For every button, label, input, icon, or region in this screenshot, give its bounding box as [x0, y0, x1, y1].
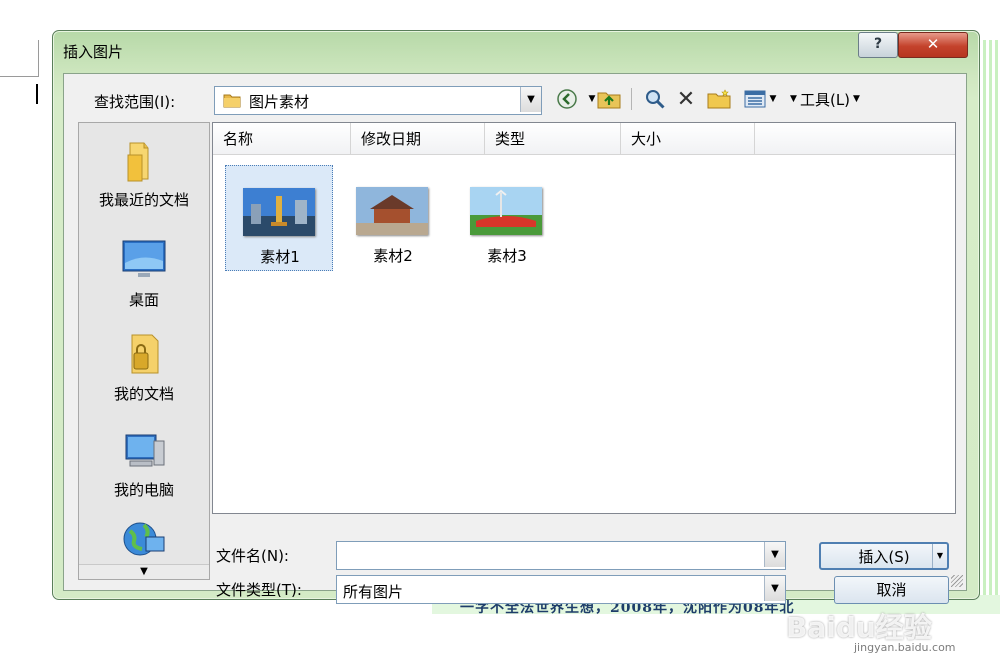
insert-label: 插入(S)	[858, 548, 910, 566]
column-header-size[interactable]: 大小	[621, 123, 755, 155]
my-documents-icon	[120, 331, 168, 379]
chevron-down-icon[interactable]: ▼	[764, 542, 785, 567]
column-header-name[interactable]: 名称	[213, 123, 351, 155]
cancel-button[interactable]: 取消	[834, 576, 949, 604]
look-in-label: 查找范围(I):	[94, 93, 176, 111]
desktop-icon	[120, 237, 168, 285]
file-tile-2[interactable]: 素材2	[339, 165, 447, 271]
file-type-label: 文件类型(T):	[216, 581, 302, 599]
chevron-down-icon[interactable]: ▼	[520, 87, 541, 112]
place-label: 我最近的文档	[98, 191, 189, 209]
folder-up-icon	[597, 92, 621, 109]
new-folder-icon	[707, 89, 731, 109]
place-label: 我的电脑	[113, 481, 174, 499]
place-my-recent-documents[interactable]: 我最近的文档	[79, 137, 209, 210]
places-bar: 我最近的文档 桌面 我的文档 我的电脑 ▼	[78, 122, 210, 580]
views-icon	[744, 90, 766, 108]
dropdown-arrow-icon[interactable]: ▼	[932, 544, 947, 568]
resize-grip-icon[interactable]	[951, 575, 963, 587]
place-network[interactable]	[79, 515, 209, 567]
file-name: 素材1	[260, 248, 300, 266]
file-type-value: 所有图片	[343, 583, 404, 601]
look-in-dropdown[interactable]: 图片素材 ▼	[214, 86, 542, 115]
close-button[interactable]: ✕	[898, 32, 968, 58]
insert-button[interactable]: 插入(S) ▼	[819, 542, 949, 570]
tools-menu-button[interactable]: ▼ 工具(L) ▼	[782, 86, 868, 112]
place-my-documents[interactable]: 我的文档	[79, 331, 209, 404]
dropdown-arrow-icon: ▼	[769, 94, 777, 104]
place-my-computer[interactable]: 我的电脑	[79, 427, 209, 500]
column-header-filler	[755, 123, 955, 155]
dropdown-arrow-icon: ▼	[790, 94, 797, 104]
column-header-modified[interactable]: 修改日期	[351, 123, 485, 155]
image-thumbnail	[470, 187, 542, 235]
delete-icon[interactable]: ✕	[674, 86, 698, 112]
file-name-label: 文件名(N):	[216, 547, 289, 565]
watermark-url: jingyan.baidu.com	[854, 641, 956, 654]
insert-picture-dialog: 插入图片 ? ✕ 查找范围(I): 图片素材 ▼ ▼ ✕ ▼ ▼ 工具(L) ▼…	[52, 30, 980, 654]
new-folder-button[interactable]	[706, 86, 732, 112]
file-name: 素材2	[373, 247, 413, 265]
image-thumbnail	[356, 187, 428, 235]
file-tile-3[interactable]: 素材3	[453, 165, 561, 271]
file-type-select[interactable]: 所有图片 ▼	[336, 575, 786, 604]
place-desktop[interactable]: 桌面	[79, 237, 209, 310]
dialog-titlebar[interactable]: 插入图片 ? ✕	[53, 31, 979, 71]
place-label: 我的文档	[113, 385, 174, 403]
recent-documents-icon	[120, 137, 168, 185]
place-label: 桌面	[128, 291, 159, 309]
folder-icon	[223, 94, 241, 108]
file-list-view[interactable]: 名称 修改日期 类型 大小 素材1 素材2 素材3	[212, 122, 956, 514]
file-name-input[interactable]: ▼	[336, 541, 786, 570]
views-button[interactable]: ▼	[740, 86, 780, 112]
file-name: 素材3	[487, 247, 527, 265]
watermark: Baidu经验	[786, 611, 932, 644]
toolbar-separator	[631, 88, 632, 110]
back-button[interactable]	[554, 86, 580, 112]
network-places-icon	[120, 515, 168, 563]
search-icon	[646, 90, 665, 109]
places-scroll-down[interactable]: ▼	[79, 564, 209, 579]
chevron-down-icon[interactable]: ▼	[764, 576, 785, 601]
look-in-value: 图片素材	[249, 93, 310, 111]
up-one-level-button[interactable]: ▼	[584, 86, 626, 112]
image-thumbnail	[243, 188, 315, 236]
dropdown-arrow-icon: ▼	[588, 94, 596, 104]
dialog-client-area: 查找范围(I): 图片素材 ▼ ▼ ✕ ▼ ▼ 工具(L) ▼ 我最近的文档 桌…	[63, 73, 967, 654]
dropdown-arrow-icon: ▼	[853, 94, 860, 104]
my-computer-icon	[120, 427, 168, 475]
search-web-button[interactable]	[642, 86, 668, 112]
back-arrow-icon	[557, 89, 577, 109]
document-page-corner	[0, 40, 39, 77]
dialog-title: 插入图片	[63, 43, 124, 61]
document-text-cursor	[36, 84, 38, 104]
column-header-type[interactable]: 类型	[485, 123, 621, 155]
help-button[interactable]: ?	[858, 32, 898, 58]
tools-label: 工具(L)	[799, 90, 851, 109]
file-tile-1[interactable]: 素材1	[225, 165, 333, 271]
